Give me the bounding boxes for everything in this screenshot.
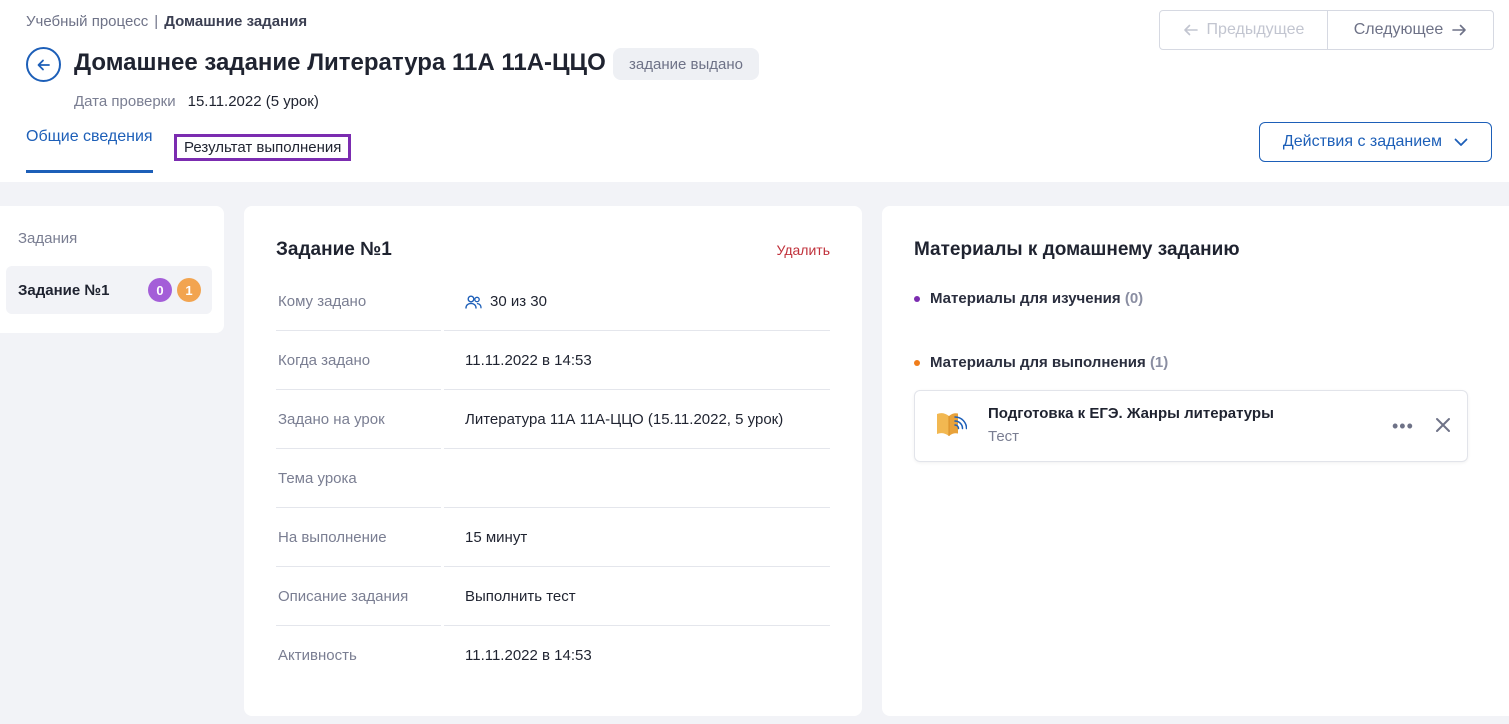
page-header: Учебный процесс | Домашние задания Домаш…	[0, 0, 1509, 182]
next-button[interactable]: Следующее	[1328, 11, 1493, 49]
detail-key: Описание задания	[278, 588, 409, 605]
detail-row-lesson: Задано на урок Литература 11А 11А-ЦЦО (1…	[276, 390, 830, 449]
purple-dot-icon	[914, 295, 920, 302]
detail-value: 11.11.2022 в 14:53	[465, 352, 592, 369]
detail-row-assigned-to: Кому задано 30 из 30	[276, 272, 830, 331]
study-materials-count: (0)	[1124, 290, 1144, 307]
previous-button[interactable]: Предыдущее	[1160, 11, 1328, 49]
sidebar-item-label: Задание №1	[18, 281, 110, 299]
back-button[interactable]	[26, 47, 61, 82]
tab-results[interactable]: Результат выполнения	[174, 134, 352, 161]
users-icon	[465, 295, 482, 309]
detail-value: 11.11.2022 в 14:53	[465, 647, 592, 664]
material-item[interactable]: Подготовка к ЕГЭ. Жанры литературы Тест …	[914, 390, 1468, 462]
previous-label: Предыдущее	[1206, 21, 1305, 38]
arrow-right-icon	[1452, 24, 1467, 36]
tasks-sidebar: Задания Задание №1 0 1	[0, 206, 224, 333]
detail-key: На выполнение	[278, 529, 387, 546]
tab-general-info[interactable]: Общие сведения	[26, 128, 153, 173]
detail-key: Кому задано	[278, 293, 367, 310]
arrow-left-icon	[1183, 24, 1198, 36]
exec-materials-count: (1)	[1149, 354, 1169, 371]
detail-row-lesson-topic: Тема урока	[276, 449, 830, 508]
check-date-value: 15.11.2022 (5 урок)	[187, 93, 319, 110]
detail-value: Выполнить тест	[465, 588, 576, 605]
exec-materials-label: Материалы для выполнения	[930, 354, 1146, 371]
breadcrumb: Учебный процесс | Домашние задания	[26, 13, 307, 30]
tasks-sidebar-header: Задания	[18, 230, 78, 247]
arrow-left-icon	[37, 59, 50, 70]
detail-value[interactable]: 30 из 30	[465, 293, 547, 310]
breadcrumb-separator: |	[154, 13, 159, 30]
page-title: Домашнее задание Литература 11А 11А-ЦЦО	[74, 49, 606, 76]
task-details-list: Кому задано 30 из 30 Когда задано 11.11.…	[276, 272, 830, 685]
tab-bar: Общие сведения Результат выполнения	[26, 128, 352, 173]
material-title: Подготовка к ЕГЭ. Жанры литературы	[988, 405, 1274, 422]
exec-materials-section: Материалы для выполнения (1)	[914, 354, 1168, 371]
prev-next-nav: Предыдущее Следующее	[1159, 10, 1494, 50]
chevron-down-icon	[1454, 138, 1468, 146]
next-label: Следующее	[1353, 21, 1444, 38]
detail-row-duration: На выполнение 15 минут	[276, 508, 830, 567]
delete-task-link[interactable]: Удалить	[777, 242, 830, 258]
materials-title: Материалы к домашнему заданию	[914, 239, 1240, 260]
more-options-icon[interactable]: •••	[1392, 416, 1414, 437]
sidebar-item-task-1[interactable]: Задание №1 0 1	[6, 266, 212, 314]
materials-card: Материалы к домашнему заданию Материалы …	[882, 206, 1509, 716]
task-actions-label: Действия с заданием	[1282, 133, 1443, 150]
task-actions-button[interactable]: Действия с заданием	[1259, 122, 1492, 162]
detail-key: Тема урока	[278, 470, 357, 487]
counter-badge-purple: 0	[148, 278, 172, 302]
task-details-card: Задание №1 Удалить Кому задано 30 из 30 …	[244, 206, 862, 716]
task-title: Задание №1	[276, 239, 392, 260]
detail-row-activity: Активность 11.11.2022 в 14:53	[276, 626, 830, 685]
detail-key: Активность	[278, 647, 357, 664]
breadcrumb-parent[interactable]: Учебный процесс	[26, 13, 148, 30]
task-counters: 0 1	[148, 278, 201, 302]
material-type: Тест	[988, 428, 1020, 445]
study-materials-section: Материалы для изучения (0)	[914, 290, 1143, 307]
close-icon[interactable]	[1435, 417, 1451, 438]
detail-row-assigned-when: Когда задано 11.11.2022 в 14:53	[276, 331, 830, 390]
assigned-count: 30 из 30	[490, 293, 547, 310]
study-materials-label: Материалы для изучения	[930, 290, 1121, 307]
orange-dot-icon	[914, 359, 920, 366]
check-date-label: Дата проверки	[74, 93, 176, 110]
detail-row-description: Описание задания Выполнить тест	[276, 567, 830, 626]
detail-value: 15 минут	[465, 529, 528, 546]
status-badge: задание выдано	[613, 48, 759, 80]
breadcrumb-current: Домашние задания	[164, 13, 308, 30]
book-icon	[935, 409, 968, 444]
check-date: Дата проверки 15.11.2022 (5 урок)	[74, 93, 319, 110]
detail-value: Литература 11А 11А-ЦЦО (15.11.2022, 5 ур…	[465, 411, 784, 428]
detail-key: Когда задано	[278, 352, 371, 369]
counter-badge-orange: 1	[177, 278, 201, 302]
detail-key: Задано на урок	[278, 411, 385, 428]
